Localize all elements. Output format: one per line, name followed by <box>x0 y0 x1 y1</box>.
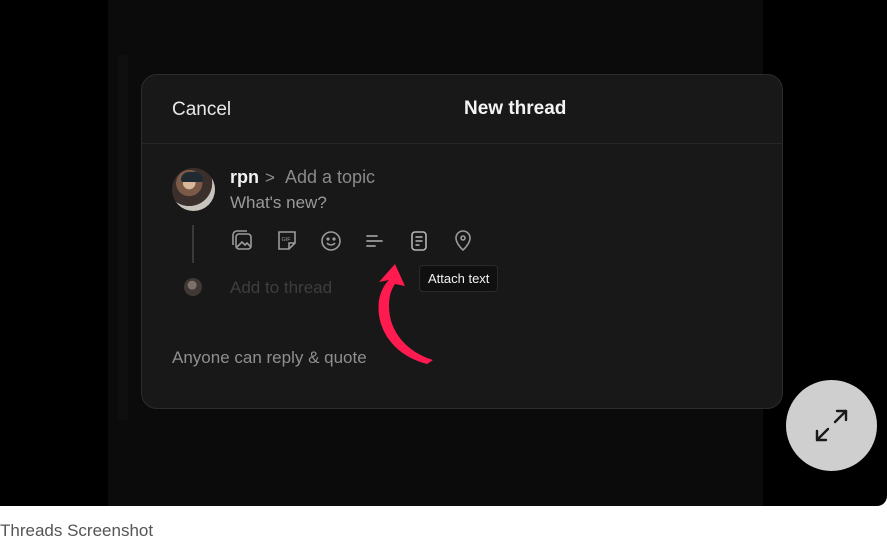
gif-icon[interactable]: GIF <box>274 228 300 254</box>
expand-arrows-icon <box>815 409 848 442</box>
thread-text-input[interactable]: What's new? <box>230 193 327 213</box>
small-avatar <box>184 278 202 296</box>
expand-button[interactable] <box>786 380 877 471</box>
attach-text-icon[interactable] <box>406 228 432 254</box>
username: rpn <box>230 167 259 187</box>
cancel-button[interactable]: Cancel <box>172 99 231 121</box>
annotation-arrow-icon <box>378 264 433 364</box>
new-thread-modal: Cancel New thread rpn > Add a topic What… <box>141 74 783 409</box>
image-caption: Threads Screenshot <box>0 521 154 540</box>
topic-separator: > <box>265 168 275 187</box>
reply-settings-button[interactable]: Anyone can reply & quote <box>172 348 367 368</box>
thread-connector-line <box>192 225 194 263</box>
gallery-icon[interactable] <box>230 228 256 254</box>
header-divider <box>142 143 782 144</box>
screenshot-frame: Cancel New thread rpn > Add a topic What… <box>0 0 887 506</box>
poll-icon[interactable] <box>362 228 388 254</box>
emoji-icon[interactable] <box>318 228 344 254</box>
modal-title: New thread <box>464 98 567 119</box>
location-icon[interactable] <box>450 228 476 254</box>
background-sidebar <box>118 55 128 420</box>
add-topic-input[interactable]: Add a topic <box>285 167 375 188</box>
svg-text:GIF: GIF <box>282 237 292 243</box>
add-to-thread-input[interactable]: Add to thread <box>230 278 332 298</box>
user-avatar <box>172 168 215 211</box>
